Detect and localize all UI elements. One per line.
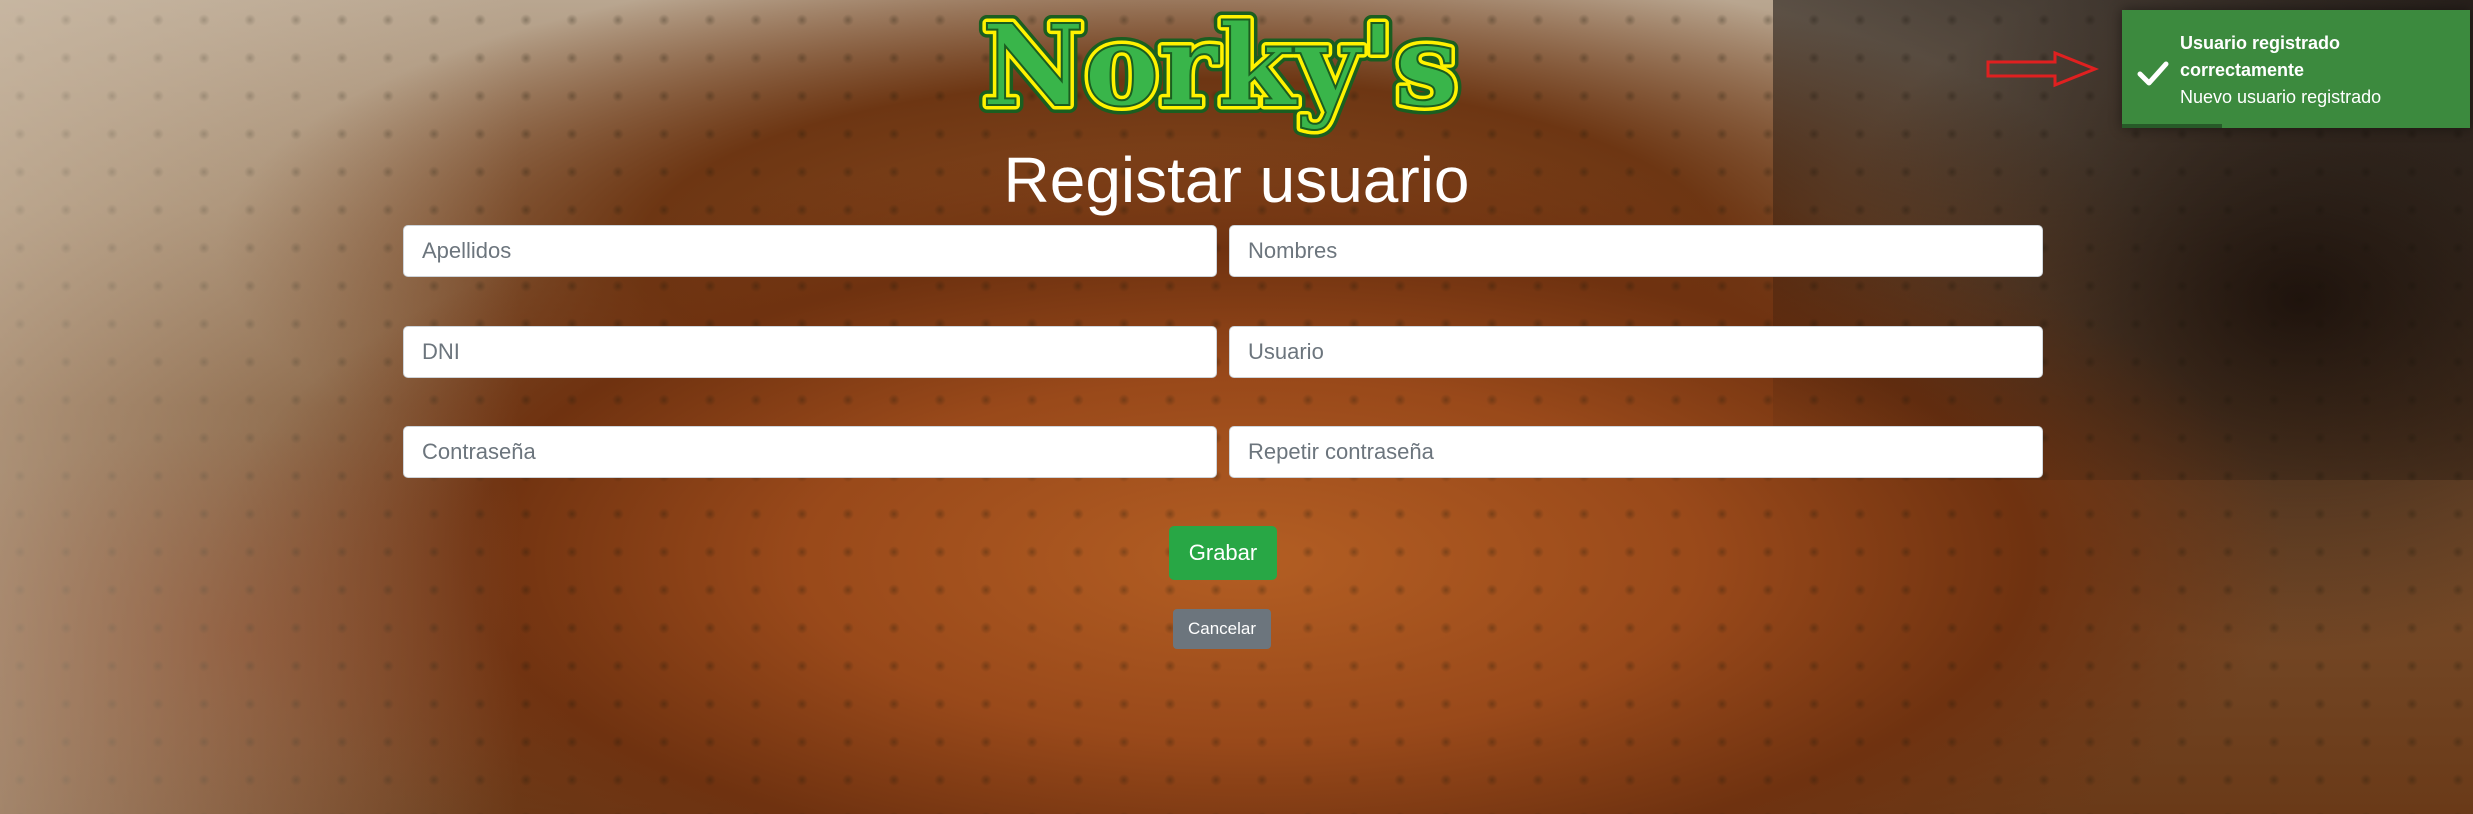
toast-title: Usuario registrado correctamente: [2180, 33, 2341, 80]
success-toast[interactable]: Usuario registrado correctamente Nuevo u…: [2122, 10, 2470, 128]
apellidos-input[interactable]: [403, 225, 1217, 277]
dni-input[interactable]: [403, 326, 1217, 378]
red-arrow-icon: [1986, 50, 2100, 88]
page-title: Registar usuario: [1003, 144, 1470, 216]
toast-message: Nuevo usuario registrado: [2180, 87, 2382, 107]
cancel-button[interactable]: Cancelar: [1173, 609, 1271, 649]
svg-text:Norky's: Norky's: [982, 1, 1458, 132]
usuario-input[interactable]: [1229, 326, 2043, 378]
password-input[interactable]: [403, 426, 1217, 478]
save-button[interactable]: Grabar: [1169, 526, 1277, 580]
norkys-logo: Norky's Norky's Norky's: [974, 0, 1466, 140]
toast-progress-bar: [2122, 124, 2222, 128]
background-left-fade: [0, 0, 520, 814]
repeat-password-input[interactable]: [1229, 426, 2043, 478]
check-icon: [2137, 61, 2169, 86]
nombres-input[interactable]: [1229, 225, 2043, 277]
